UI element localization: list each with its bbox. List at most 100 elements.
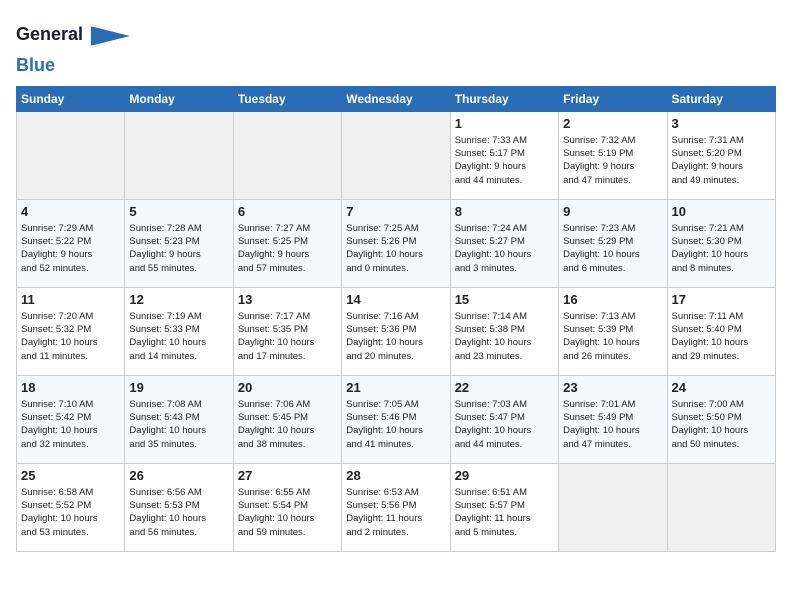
day-info: Sunrise: 7:17 AM Sunset: 5:35 PM Dayligh… <box>238 310 337 363</box>
calendar-cell <box>233 111 341 199</box>
week-row-2: 4 Sunrise: 7:29 AM Sunset: 5:22 PM Daylig… <box>17 199 776 287</box>
day-number: 12 <box>129 292 228 307</box>
day-number: 28 <box>346 468 445 483</box>
week-row-5: 25Sunrise: 6:58 AM Sunset: 5:52 PM Dayli… <box>17 463 776 551</box>
day-info: Sunrise: 7:06 AM Sunset: 5:45 PM Dayligh… <box>238 398 337 451</box>
day-number: 23 <box>563 380 662 395</box>
day-number: 3 <box>672 116 771 131</box>
calendar-cell: 1 Sunrise: 7:33 AM Sunset: 5:17 PM Daylig… <box>450 111 558 199</box>
day-info: Sunrise: 7:25 AM Sunset: 5:26 PM Dayligh… <box>346 222 445 275</box>
day-info: Sunrise: 7:28 AM Sunset: 5:23 PM Dayligh… <box>129 222 228 275</box>
day-info: Sunrise: 7:05 AM Sunset: 5:46 PM Dayligh… <box>346 398 445 451</box>
day-number: 24 <box>672 380 771 395</box>
logo: GeneralBlue <box>16 16 130 76</box>
calendar-cell: 20Sunrise: 7:06 AM Sunset: 5:45 PM Dayli… <box>233 375 341 463</box>
calendar-cell <box>559 463 667 551</box>
day-info: Sunrise: 7:01 AM Sunset: 5:49 PM Dayligh… <box>563 398 662 451</box>
day-info: Sunrise: 7:32 AM Sunset: 5:19 PM Dayligh… <box>563 134 662 187</box>
calendar-cell: 27 Sunrise: 6:55 AM Sunset: 5:54 PM Dayli… <box>233 463 341 551</box>
page-header: GeneralBlue <box>16 16 776 76</box>
calendar-cell: 10Sunrise: 7:21 AM Sunset: 5:30 PM Dayli… <box>667 199 775 287</box>
calendar-cell: 3 Sunrise: 7:31 AM Sunset: 5:20 PM Daylig… <box>667 111 775 199</box>
day-info: Sunrise: 7:27 AM Sunset: 5:25 PM Dayligh… <box>238 222 337 275</box>
calendar-cell: 25Sunrise: 6:58 AM Sunset: 5:52 PM Dayli… <box>17 463 125 551</box>
calendar-cell: 2 Sunrise: 7:32 AM Sunset: 5:19 PM Daylig… <box>559 111 667 199</box>
day-info: Sunrise: 7:00 AM Sunset: 5:50 PM Dayligh… <box>672 398 771 451</box>
day-info: Sunrise: 7:24 AM Sunset: 5:27 PM Dayligh… <box>455 222 554 275</box>
header-row: SundayMondayTuesdayWednesdayThursdayFrid… <box>17 86 776 111</box>
calendar-cell <box>17 111 125 199</box>
calendar-cell: 15 Sunrise: 7:14 AM Sunset: 5:38 PM Dayli… <box>450 287 558 375</box>
col-header-monday: Monday <box>125 86 233 111</box>
day-number: 8 <box>455 204 554 219</box>
day-number: 5 <box>129 204 228 219</box>
day-info: Sunrise: 6:55 AM Sunset: 5:54 PM Dayligh… <box>238 486 337 539</box>
day-number: 11 <box>21 292 120 307</box>
calendar-cell: 4 Sunrise: 7:29 AM Sunset: 5:22 PM Daylig… <box>17 199 125 287</box>
calendar-cell: 17Sunrise: 7:11 AM Sunset: 5:40 PM Dayli… <box>667 287 775 375</box>
day-info: Sunrise: 6:58 AM Sunset: 5:52 PM Dayligh… <box>21 486 120 539</box>
day-number: 13 <box>238 292 337 307</box>
calendar-cell: 24 Sunrise: 7:00 AM Sunset: 5:50 PM Dayli… <box>667 375 775 463</box>
week-row-4: 18 Sunrise: 7:10 AM Sunset: 5:42 PM Dayli… <box>17 375 776 463</box>
day-number: 7 <box>346 204 445 219</box>
day-info: Sunrise: 7:20 AM Sunset: 5:32 PM Dayligh… <box>21 310 120 363</box>
day-number: 27 <box>238 468 337 483</box>
day-number: 2 <box>563 116 662 131</box>
col-header-wednesday: Wednesday <box>342 86 450 111</box>
calendar-cell <box>342 111 450 199</box>
day-info: Sunrise: 7:23 AM Sunset: 5:29 PM Dayligh… <box>563 222 662 275</box>
calendar-cell: 28 Sunrise: 6:53 AM Sunset: 5:56 PM Dayli… <box>342 463 450 551</box>
calendar-cell: 11 Sunrise: 7:20 AM Sunset: 5:32 PM Dayli… <box>17 287 125 375</box>
col-header-sunday: Sunday <box>17 86 125 111</box>
day-info: Sunrise: 7:13 AM Sunset: 5:39 PM Dayligh… <box>563 310 662 363</box>
calendar-table: SundayMondayTuesdayWednesdayThursdayFrid… <box>16 86 776 552</box>
calendar-cell: 8 Sunrise: 7:24 AM Sunset: 5:27 PM Daylig… <box>450 199 558 287</box>
day-number: 9 <box>563 204 662 219</box>
calendar-cell: 23 Sunrise: 7:01 AM Sunset: 5:49 PM Dayli… <box>559 375 667 463</box>
calendar-cell: 21 Sunrise: 7:05 AM Sunset: 5:46 PM Dayli… <box>342 375 450 463</box>
day-number: 14 <box>346 292 445 307</box>
week-row-3: 11 Sunrise: 7:20 AM Sunset: 5:32 PM Dayli… <box>17 287 776 375</box>
calendar-cell: 13 Sunrise: 7:17 AM Sunset: 5:35 PM Dayli… <box>233 287 341 375</box>
day-number: 29 <box>455 468 554 483</box>
day-info: Sunrise: 7:21 AM Sunset: 5:30 PM Dayligh… <box>672 222 771 275</box>
logo-icon: GeneralBlue <box>16 16 130 76</box>
col-header-friday: Friday <box>559 86 667 111</box>
calendar-cell: 14 Sunrise: 7:16 AM Sunset: 5:36 PM Dayli… <box>342 287 450 375</box>
calendar-cell <box>125 111 233 199</box>
calendar-cell: 6Sunrise: 7:27 AM Sunset: 5:25 PM Daylig… <box>233 199 341 287</box>
day-info: Sunrise: 6:53 AM Sunset: 5:56 PM Dayligh… <box>346 486 445 539</box>
day-info: Sunrise: 7:08 AM Sunset: 5:43 PM Dayligh… <box>129 398 228 451</box>
col-header-tuesday: Tuesday <box>233 86 341 111</box>
day-info: Sunrise: 7:33 AM Sunset: 5:17 PM Dayligh… <box>455 134 554 187</box>
week-row-1: 1 Sunrise: 7:33 AM Sunset: 5:17 PM Daylig… <box>17 111 776 199</box>
calendar-cell <box>667 463 775 551</box>
calendar-cell: 12 Sunrise: 7:19 AM Sunset: 5:33 PM Dayli… <box>125 287 233 375</box>
day-info: Sunrise: 7:03 AM Sunset: 5:47 PM Dayligh… <box>455 398 554 451</box>
day-info: Sunrise: 7:19 AM Sunset: 5:33 PM Dayligh… <box>129 310 228 363</box>
day-number: 16 <box>563 292 662 307</box>
day-number: 19 <box>129 380 228 395</box>
day-info: Sunrise: 7:10 AM Sunset: 5:42 PM Dayligh… <box>21 398 120 451</box>
day-number: 17 <box>672 292 771 307</box>
calendar-cell: 5 Sunrise: 7:28 AM Sunset: 5:23 PM Daylig… <box>125 199 233 287</box>
calendar-cell: 22Sunrise: 7:03 AM Sunset: 5:47 PM Dayli… <box>450 375 558 463</box>
day-info: Sunrise: 7:29 AM Sunset: 5:22 PM Dayligh… <box>21 222 120 275</box>
day-info: Sunrise: 7:31 AM Sunset: 5:20 PM Dayligh… <box>672 134 771 187</box>
day-number: 15 <box>455 292 554 307</box>
day-number: 21 <box>346 380 445 395</box>
day-number: 18 <box>21 380 120 395</box>
col-header-thursday: Thursday <box>450 86 558 111</box>
day-info: Sunrise: 6:51 AM Sunset: 5:57 PM Dayligh… <box>455 486 554 539</box>
col-header-saturday: Saturday <box>667 86 775 111</box>
day-info: Sunrise: 7:16 AM Sunset: 5:36 PM Dayligh… <box>346 310 445 363</box>
day-number: 4 <box>21 204 120 219</box>
calendar-cell: 19 Sunrise: 7:08 AM Sunset: 5:43 PM Dayli… <box>125 375 233 463</box>
calendar-cell: 18 Sunrise: 7:10 AM Sunset: 5:42 PM Dayli… <box>17 375 125 463</box>
calendar-cell: 9 Sunrise: 7:23 AM Sunset: 5:29 PM Daylig… <box>559 199 667 287</box>
day-number: 1 <box>455 116 554 131</box>
day-number: 26 <box>129 468 228 483</box>
day-info: Sunrise: 6:56 AM Sunset: 5:53 PM Dayligh… <box>129 486 228 539</box>
day-info: Sunrise: 7:14 AM Sunset: 5:38 PM Dayligh… <box>455 310 554 363</box>
